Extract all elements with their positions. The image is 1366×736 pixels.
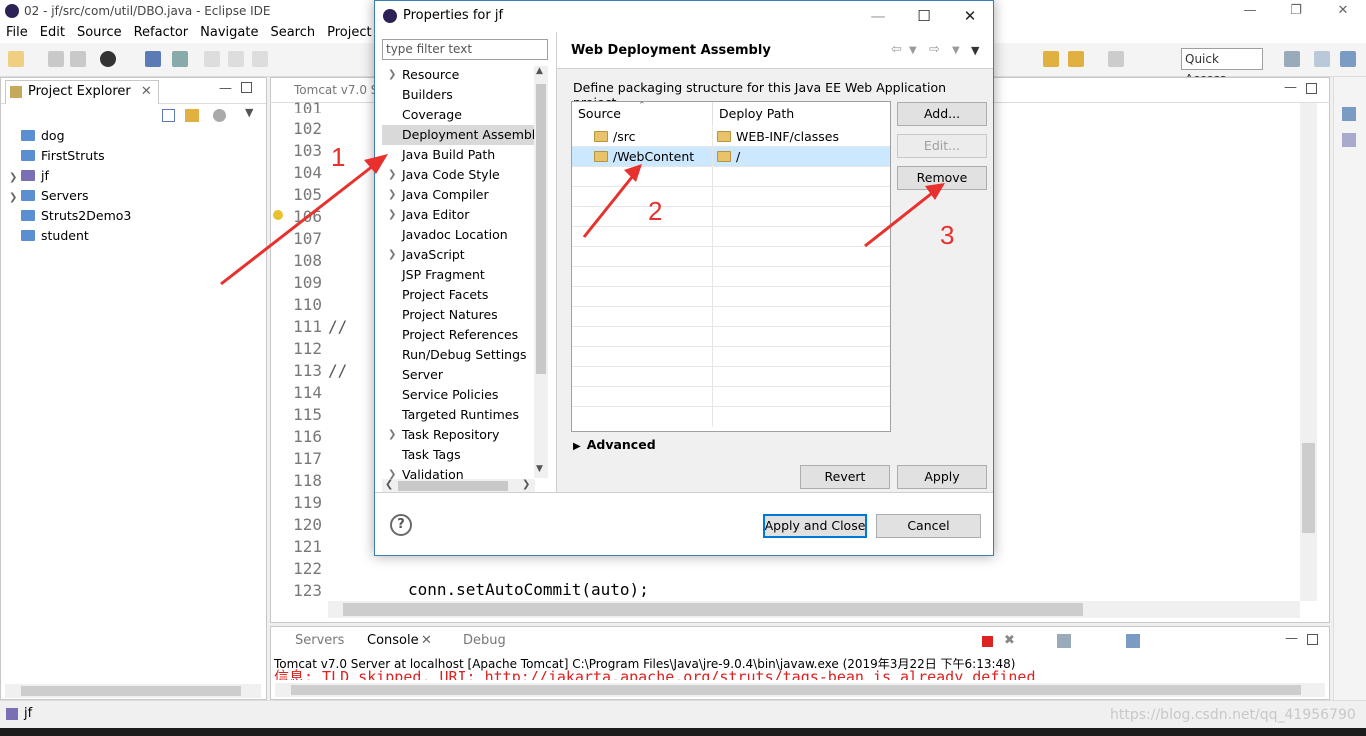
annotation-number-1: 1 (331, 142, 346, 172)
annotation-number-2: 2 (648, 196, 663, 226)
arrow-head-icon (624, 164, 642, 182)
annotation-arrow-3 (864, 188, 937, 248)
annotation-arrow-1 (220, 160, 379, 286)
annotation-number-3: 3 (940, 220, 955, 250)
annotation-arrows (220, 154, 945, 286)
annotation-arrow-2 (582, 171, 638, 238)
